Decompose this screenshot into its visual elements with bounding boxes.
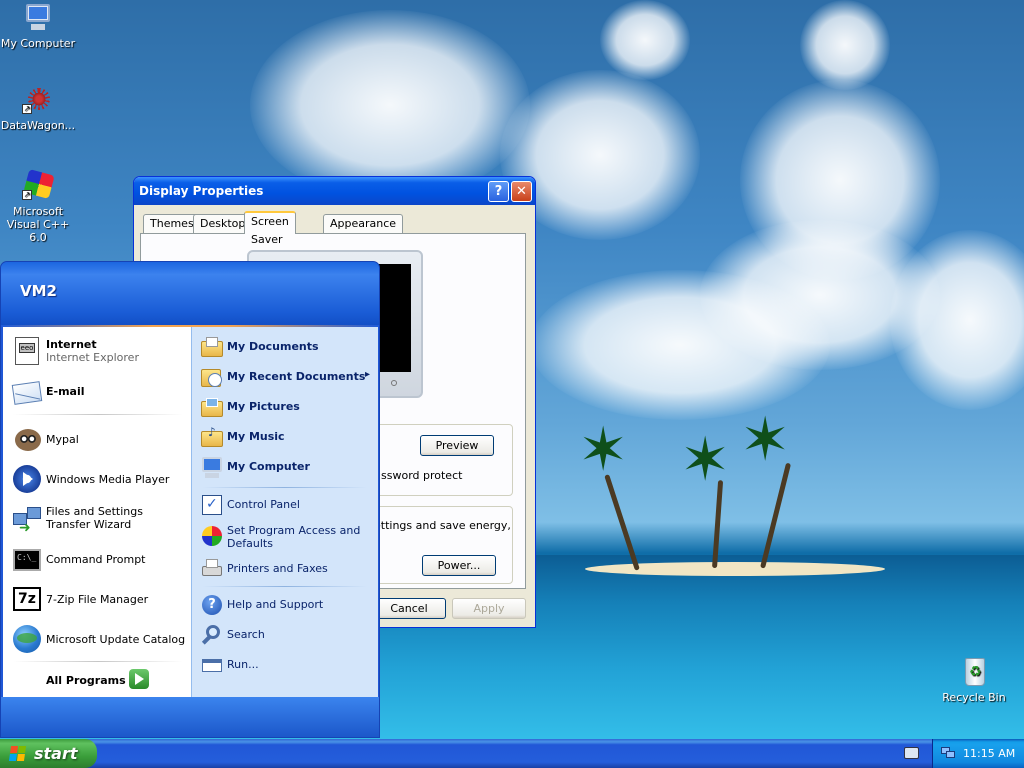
control-panel-icon: ✓: [200, 493, 224, 517]
start-item-command-prompt[interactable]: C:\_ Command Prompt: [9, 541, 189, 577]
desktop-icon-visual-cpp[interactable]: ↗ Microsoft Visual C++ 6.0: [0, 169, 78, 244]
start-item-printers-faxes[interactable]: Printers and Faxes: [198, 556, 374, 582]
my-computer-icon: [200, 455, 224, 479]
window-title: Display Properties: [139, 184, 264, 198]
start-menu-header: VM2: [1, 262, 379, 325]
help-icon: ?: [494, 184, 503, 199]
start-item-help-support[interactable]: ? Help and Support: [198, 592, 374, 618]
my-computer-icon: [22, 2, 54, 34]
monitor-power-light: [391, 380, 397, 386]
preview-button[interactable]: Preview: [420, 435, 494, 456]
start-menu-places: My Documents My Recent Documents ▸ My Pi…: [191, 327, 378, 697]
separator: [202, 586, 367, 587]
mypal-icon: [11, 423, 43, 455]
user-name: VM2: [20, 282, 57, 300]
start-item-my-music[interactable]: ♪ My Music: [198, 424, 374, 450]
command-prompt-icon: C:\_: [11, 543, 43, 575]
start-item-program-access[interactable]: Set Program Access and Defaults: [198, 522, 374, 554]
power-description: ettings and save energy,: [374, 519, 511, 532]
run-icon: [200, 653, 224, 677]
printer-icon: [200, 557, 224, 581]
apply-button[interactable]: Apply: [452, 598, 526, 619]
close-icon: ✕: [516, 184, 527, 199]
keyboard-icon[interactable]: [904, 747, 919, 759]
close-button[interactable]: ✕: [511, 181, 532, 202]
power-button[interactable]: Power...: [422, 555, 496, 576]
search-icon: [200, 623, 224, 647]
start-item-transfer-wizard[interactable]: ➜ Files and Settings Transfer Wizard: [9, 501, 189, 537]
folder-pictures-icon: [200, 395, 224, 419]
all-programs-arrow-icon: [129, 669, 149, 689]
start-button[interactable]: start: [0, 739, 97, 768]
folder-music-icon: ♪: [200, 425, 224, 449]
desktop-icon-datawagon[interactable]: ↗ DataWagon...: [0, 84, 78, 132]
password-protect-label: ssword protect: [381, 469, 463, 482]
visual-cpp-icon: ↗: [22, 169, 55, 202]
folder-documents-icon: [200, 335, 224, 359]
start-item-search[interactable]: Search: [198, 622, 374, 648]
start-item-media-player[interactable]: Windows Media Player: [9, 461, 189, 497]
start-item-control-panel[interactable]: ✓ Control Panel: [198, 492, 374, 518]
submenu-arrow-icon: ▸: [365, 369, 371, 380]
start-item-7zip[interactable]: 7z 7-Zip File Manager: [9, 581, 189, 617]
start-item-mypal[interactable]: Mypal: [9, 421, 189, 457]
start-item-email[interactable]: E-mail: [9, 373, 189, 409]
windows-logo-icon: [8, 746, 27, 761]
start-item-my-documents[interactable]: My Documents: [198, 334, 374, 360]
recycle-bin-icon: ♻: [958, 656, 990, 688]
separator: [13, 414, 183, 415]
island: [585, 562, 885, 576]
start-item-internet[interactable]: eeo Internet Internet Explorer: [9, 333, 189, 371]
desktop-icon-my-computer[interactable]: My Computer: [0, 2, 78, 50]
7zip-icon: 7z: [11, 583, 43, 615]
tab-appearance[interactable]: Appearance: [323, 214, 404, 233]
all-programs-button[interactable]: All Programs: [45, 667, 185, 693]
window-titlebar[interactable]: Display Properties ? ✕: [134, 177, 535, 205]
media-player-icon: [11, 463, 43, 495]
help-button[interactable]: ?: [488, 181, 509, 202]
network-icon[interactable]: [941, 747, 955, 759]
tab-screen-saver[interactable]: Screen Saver: [244, 211, 296, 246]
taskbar: start 11:15 AM: [0, 739, 1024, 768]
system-tray: 11:15 AM: [932, 739, 1024, 768]
separator: [13, 661, 183, 662]
start-item-my-pictures[interactable]: My Pictures: [198, 394, 374, 420]
start-item-update-catalog[interactable]: Microsoft Update Catalog: [9, 621, 189, 657]
internet-explorer-icon: eeo: [11, 335, 43, 367]
start-menu-programs: eeo Internet Internet Explorer E-mail My…: [3, 327, 191, 697]
clock[interactable]: 11:15 AM: [963, 739, 1015, 768]
cancel-button[interactable]: Cancel: [372, 598, 446, 619]
program-access-icon: [200, 523, 224, 547]
separator: [202, 487, 367, 488]
email-icon: [11, 375, 43, 407]
transfer-wizard-icon: ➜: [11, 503, 43, 535]
start-item-run[interactable]: Run...: [198, 652, 374, 678]
update-catalog-icon: [11, 623, 43, 655]
recent-documents-icon: [200, 365, 224, 389]
start-item-my-recent-documents[interactable]: My Recent Documents ▸: [198, 364, 374, 390]
start-menu-footer: [1, 697, 379, 737]
start-menu: VM2 eeo Internet Internet Explorer E-mai…: [0, 261, 380, 738]
help-icon: ?: [200, 593, 224, 617]
datawagon-icon: ↗: [22, 84, 54, 116]
start-item-my-computer[interactable]: My Computer: [198, 454, 374, 480]
desktop-icon-recycle-bin[interactable]: ♻ Recycle Bin: [934, 656, 1014, 704]
